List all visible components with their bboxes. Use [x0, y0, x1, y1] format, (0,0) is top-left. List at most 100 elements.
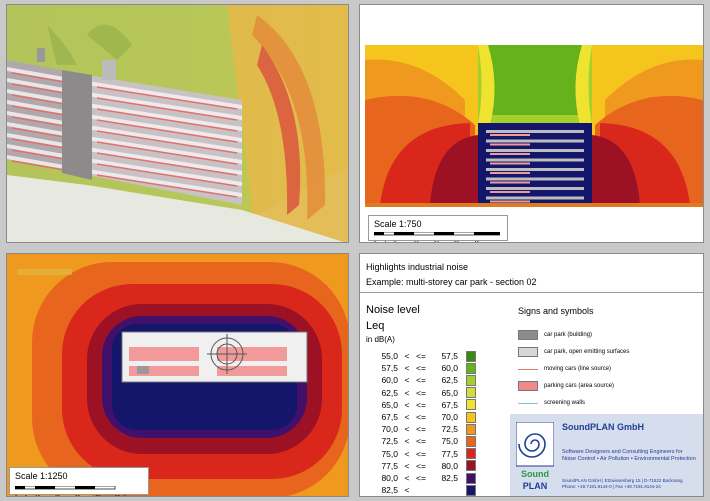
level-from: 67,5 — [381, 412, 398, 422]
level-to: 70,0 — [441, 412, 458, 422]
noise-level-row: 67,5 < <= 70,0 — [368, 411, 476, 423]
level-from: 55,0 — [381, 351, 398, 361]
scale-tick-label: m — [123, 494, 127, 497]
symbol-label: car park, open emitting surfaces — [544, 349, 630, 355]
scale-tick-label: 8 — [394, 240, 397, 243]
section-slab — [486, 130, 584, 133]
panel-3d-view — [6, 4, 349, 243]
level-le: <= — [416, 436, 426, 447]
section-slab — [486, 168, 584, 171]
noise-level-unit: in dB(A) — [366, 335, 395, 344]
scale-tick-label: 10 — [35, 494, 41, 497]
level-lt: < — [404, 473, 410, 483]
scale-tick-label: 0 — [374, 240, 377, 243]
noise-level-row: 60,0 < <= 62,5 — [368, 374, 476, 386]
level-from: 80,0 — [381, 473, 398, 483]
section-slab — [486, 139, 584, 143]
symbols-title: Signs and symbols — [518, 306, 594, 316]
soundplan-logo-icon: Sound PLAN — [516, 422, 554, 491]
section-parking — [490, 200, 530, 203]
section-scale-label: Scale 1:750 — [374, 219, 422, 229]
logo-word-sound: Sound — [521, 469, 549, 479]
noise-level-row: 75,0 < <= 77,5 — [368, 448, 476, 460]
level-le: <= — [416, 351, 426, 361]
symbol-row: car park, open emitting surfaces — [518, 346, 629, 358]
symbol-swatch — [518, 368, 538, 370]
section-parking — [490, 143, 530, 146]
level-to: 67,5 — [441, 399, 458, 410]
scale-tick-label: 4 — [384, 240, 387, 243]
noise-level-leq: Leq — [366, 320, 385, 332]
level-lt: < — [404, 363, 410, 374]
section-slab — [486, 196, 584, 200]
section-noise-map — [360, 5, 703, 242]
plan-noise-map — [7, 254, 348, 496]
level-to: 82,5 — [441, 473, 458, 483]
company-name: SoundPLAN GmbH — [562, 422, 644, 432]
symbol-row: parking cars (area source) — [518, 380, 614, 392]
symbol-swatch — [518, 381, 538, 391]
section-slab — [486, 177, 584, 181]
legend-divider — [360, 292, 703, 293]
level-to: 77,5 — [441, 448, 458, 459]
scale-tick-label: 24 — [434, 240, 440, 243]
scale-tick-label: 16 — [414, 240, 420, 243]
plan-scale-label: Scale 1:1250 — [15, 471, 68, 481]
symbol-swatch — [518, 402, 538, 404]
panel-legend: Highlights industrial noise Example: mul… — [359, 253, 704, 497]
level-lt: < — [404, 399, 410, 410]
level-color-swatch — [466, 460, 476, 472]
section-parking — [490, 172, 530, 174]
company-block: Sound PLAN SoundPLAN GmbH Software Desig… — [510, 414, 703, 496]
scale-tick-label: 50 — [115, 494, 121, 497]
level-to: 57,5 — [441, 351, 458, 361]
section-parking — [490, 153, 530, 155]
section-slab — [486, 187, 584, 190]
section-scale-box: Scale 1:750 0 4 8 16 24 32 40 — [368, 215, 508, 243]
level-color-swatch — [466, 448, 476, 460]
company-tagline-1: Software Designers and Consulting Engine… — [562, 449, 683, 455]
level-lt: < — [404, 460, 410, 471]
section-scale-bar — [374, 232, 500, 236]
level-to: 60,0 — [441, 363, 458, 374]
symbol-row: car park (building) — [518, 329, 592, 341]
example-subtitle: Example: multi-storey car park - section… — [366, 277, 537, 287]
company-tagline: Software Designers and Consulting Engine… — [562, 449, 696, 463]
level-color-swatch — [466, 472, 476, 484]
plan-scale-bar — [15, 486, 116, 490]
level-lt: < — [404, 375, 410, 386]
noise-level-row: 65,0 < <= 67,5 — [368, 399, 476, 411]
noise-level-row: 82,5 < — [368, 484, 476, 496]
level-lt: < — [404, 351, 410, 361]
plan-scale-box: Scale 1:1250 0 5 10 20 30 40 50 m — [9, 467, 149, 497]
level-from: 62,5 — [381, 387, 398, 398]
section-parking — [490, 162, 530, 165]
level-from: 72,5 — [381, 436, 398, 447]
level-le: <= — [416, 424, 426, 435]
company-phone: Phone: +49.7191.9144-0 | Fax +49.7191.91… — [562, 484, 661, 489]
level-le: <= — [416, 363, 426, 374]
symbol-label: moving cars (line source) — [544, 366, 612, 372]
panel-plan-view: Scale 1:1250 0 5 10 20 30 40 50 m — [6, 253, 349, 497]
level-le: <= — [416, 375, 426, 386]
level-lt: < — [404, 412, 410, 422]
level-to: 80,0 — [441, 460, 458, 471]
level-from: 60,0 — [381, 375, 398, 386]
scale-tick-label: 20 — [55, 494, 61, 497]
section-parking — [490, 181, 530, 184]
level-le: <= — [416, 473, 426, 483]
level-lt: < — [404, 436, 410, 447]
logo-word-plan: PLAN — [523, 481, 548, 491]
level-to: 62,5 — [441, 375, 458, 386]
noise-level-row: 77,5 < <= 80,0 — [368, 460, 476, 472]
level-color-swatch — [466, 435, 476, 447]
level-le: <= — [416, 460, 426, 471]
level-color-swatch — [466, 399, 476, 411]
symbol-label: car park (building) — [544, 332, 593, 338]
noise-level-title: Noise level — [366, 304, 420, 316]
level-lt: < — [404, 485, 410, 496]
scale-tick-label: 40 — [474, 240, 480, 243]
scale-tick-label: 30 — [75, 494, 81, 497]
panel-section-view: Scale 1:750 0 4 8 16 24 32 40 — [359, 4, 704, 243]
symbol-label: screening walls — [544, 400, 586, 406]
